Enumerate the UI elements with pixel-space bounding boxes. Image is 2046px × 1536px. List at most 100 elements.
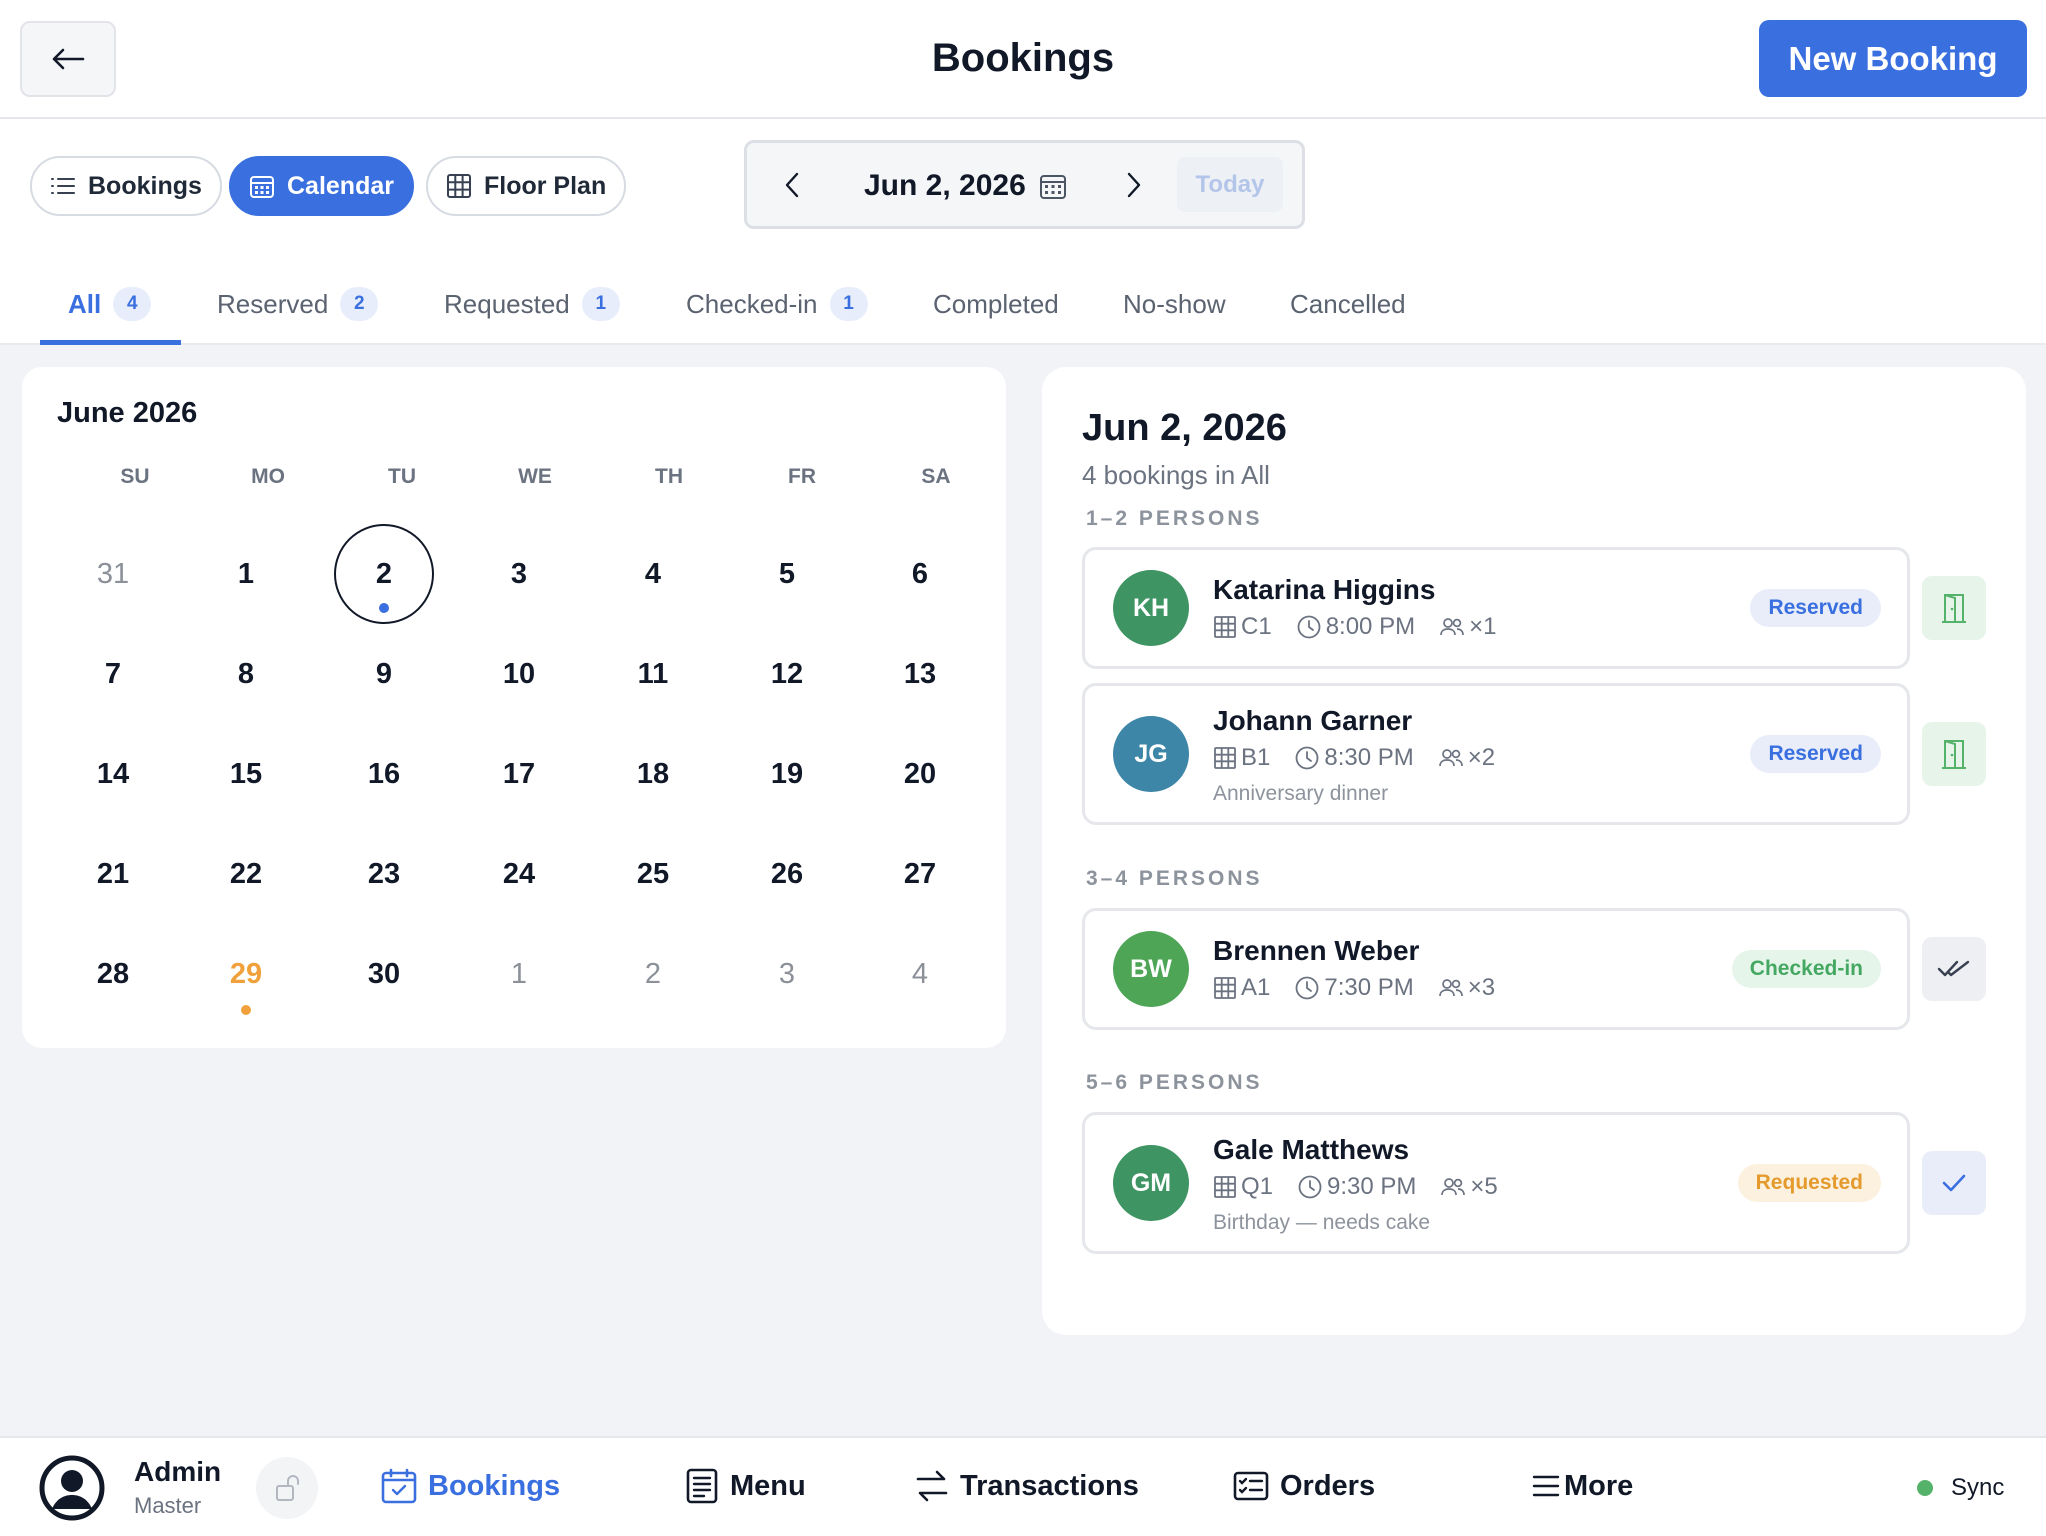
day-number: 20 — [903, 757, 937, 790]
sync-indicator — [1917, 1480, 1933, 1496]
date-picker-button[interactable] — [1039, 172, 1067, 200]
calendar-day[interactable]: 13 — [870, 624, 970, 724]
calendar-day[interactable]: 25 — [603, 824, 703, 924]
calendar-icon — [250, 176, 274, 198]
booking-meta: A1 7:30 PM ×3 — [1213, 974, 1519, 1002]
day-number: 16 — [367, 757, 401, 790]
day-number: 21 — [96, 857, 130, 890]
calendar-day[interactable]: 31 — [63, 524, 163, 624]
calendar-day[interactable]: 2 — [603, 924, 703, 1024]
today-button[interactable]: Today — [1177, 157, 1283, 212]
calendar-day-selected[interactable]: 2 — [334, 524, 434, 624]
calendar-day[interactable]: 28 — [63, 924, 163, 1024]
lock-button[interactable] — [256, 1457, 318, 1519]
day-number: 3 — [510, 557, 528, 590]
calendar-day[interactable]: 29 — [196, 924, 296, 1024]
day-number: 1 — [237, 557, 255, 590]
tab-all[interactable]: All 4 — [40, 287, 181, 345]
calendar-day[interactable]: 19 — [737, 724, 837, 824]
booking-note: Birthday — needs cake — [1213, 1211, 1431, 1234]
nav-bookings[interactable]: Bookings — [380, 1462, 560, 1510]
calendar-day[interactable]: 21 — [63, 824, 163, 924]
calendar-day[interactable]: 18 — [603, 724, 703, 824]
guest-name: Brennen Weber — [1213, 935, 1420, 966]
view-bookings-button[interactable]: Bookings — [30, 156, 222, 216]
calendar-day[interactable]: 5 — [737, 524, 837, 624]
user-avatar[interactable] — [38, 1454, 106, 1522]
calendar-day[interactable]: 7 — [63, 624, 163, 724]
calendar-day[interactable]: 12 — [737, 624, 837, 724]
tab-label: Completed — [933, 289, 1059, 319]
calendar-day[interactable]: 20 — [870, 724, 970, 824]
calendar-day[interactable]: 17 — [469, 724, 569, 824]
calendar-day[interactable]: 27 — [870, 824, 970, 924]
view-floor-plan-button[interactable]: Floor Plan — [426, 156, 627, 216]
nav-more[interactable]: More — [1532, 1462, 1633, 1510]
tab-cancelled[interactable]: Cancelled — [1290, 289, 1406, 345]
seat-guest-button[interactable] — [1922, 722, 1986, 786]
calendar-day[interactable]: 15 — [196, 724, 296, 824]
calendar-day[interactable]: 23 — [334, 824, 434, 924]
booking-card[interactable]: BW Brennen Weber A1 7:30 PM ×3 Checked-i… — [1082, 908, 1910, 1030]
booking-time: 7:30 PM — [1324, 974, 1414, 1001]
calendar-day[interactable]: 6 — [870, 524, 970, 624]
calendar-day[interactable]: 8 — [196, 624, 296, 724]
tab-completed[interactable]: Completed — [933, 289, 1059, 345]
tab-no-show[interactable]: No-show — [1123, 289, 1226, 345]
status-badge: Checked-in — [1731, 950, 1881, 988]
calendar-day[interactable]: 11 — [603, 624, 703, 724]
table-icon — [1214, 977, 1236, 999]
calendar-day[interactable]: 24 — [469, 824, 569, 924]
calendar-day[interactable]: 4 — [870, 924, 970, 1024]
tab-reserved[interactable]: Reserved 2 — [217, 287, 379, 345]
booking-meta: Q1 9:30 PM ×5 — [1213, 1173, 1522, 1201]
calendar-day[interactable]: 1 — [469, 924, 569, 1024]
previous-day-button[interactable] — [783, 171, 801, 199]
calendar-day[interactable]: 4 — [603, 524, 703, 624]
calendar-day[interactable]: 30 — [334, 924, 434, 1024]
nav-menu[interactable]: Menu — [684, 1462, 806, 1510]
seat-guest-button[interactable] — [1922, 576, 1986, 640]
next-day-button[interactable] — [1125, 171, 1143, 199]
tab-requested[interactable]: Requested 1 — [444, 287, 620, 345]
panel-date: Jun 2, 2026 — [1082, 407, 1287, 449]
avatar: GM — [1113, 1145, 1189, 1221]
calendar-day[interactable]: 16 — [334, 724, 434, 824]
people-icon — [1441, 1178, 1466, 1196]
bookings-count-text: 4 bookings in All — [1082, 460, 1270, 490]
hamburger-icon — [1532, 1475, 1560, 1497]
calendar-day[interactable]: 9 — [334, 624, 434, 724]
tab-checked-in[interactable]: Checked-in 1 — [686, 287, 868, 345]
complete-booking-button[interactable] — [1922, 937, 1986, 1001]
booking-card[interactable]: JG Johann Garner B1 8:30 PM ×2 Anniversa… — [1082, 683, 1910, 825]
party-size: ×1 — [1469, 613, 1497, 640]
new-booking-button[interactable]: New Booking — [1759, 20, 2027, 97]
day-number: 18 — [636, 757, 670, 790]
table-icon — [1214, 747, 1236, 769]
view-calendar-button[interactable]: Calendar — [229, 156, 414, 216]
nav-label: Bookings — [428, 1469, 561, 1502]
calendar-day[interactable]: 14 — [63, 724, 163, 824]
nav-label: Menu — [730, 1469, 806, 1502]
calendar-day[interactable]: 3 — [737, 924, 837, 1024]
calendar-day[interactable]: 3 — [469, 524, 569, 624]
current-date[interactable]: Jun 2, 2026 — [864, 169, 1026, 203]
day-number: 8 — [237, 657, 255, 690]
orders-icon — [1233, 1471, 1269, 1501]
booking-card[interactable]: GM Gale Matthews Q1 9:30 PM ×5 Birthday … — [1082, 1112, 1910, 1254]
status-badge: Requested — [1737, 1164, 1881, 1202]
booking-note: Anniversary dinner — [1213, 782, 1389, 805]
confirm-booking-button[interactable] — [1922, 1151, 1986, 1215]
calendar-day[interactable]: 26 — [737, 824, 837, 924]
tab-label: Requested — [444, 289, 570, 319]
calendar-day[interactable]: 22 — [196, 824, 296, 924]
check-icon — [1942, 1174, 1966, 1192]
calendar-month-title: June 2026 — [57, 397, 198, 429]
calendar-day[interactable]: 1 — [196, 524, 296, 624]
nav-transactions[interactable]: Transactions — [914, 1462, 1139, 1510]
nav-orders[interactable]: Orders — [1232, 1462, 1375, 1510]
booking-card[interactable]: KH Katarina Higgins C1 8:00 PM ×1 Reserv… — [1082, 547, 1910, 669]
calendar-day[interactable]: 10 — [469, 624, 569, 724]
day-number: 23 — [367, 857, 401, 890]
sync-status[interactable]: Sync — [1917, 1474, 2004, 1502]
